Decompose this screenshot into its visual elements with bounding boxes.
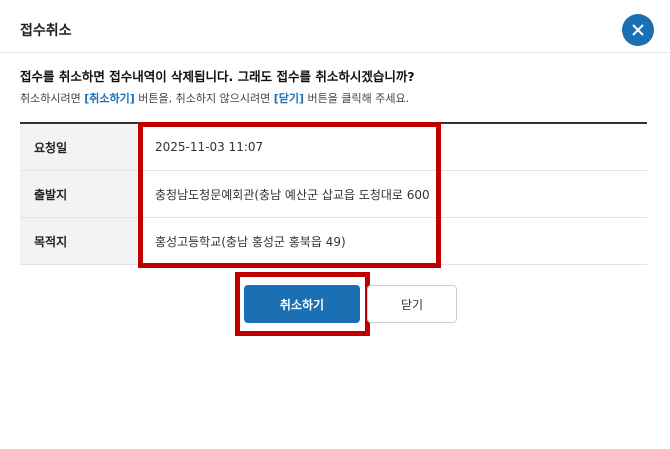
row-value-destination: 홍성고등학교(충남 홍성군 홍북읍 49): [155, 234, 346, 249]
instruction-text: 버튼을 클릭해 주세요.: [304, 92, 410, 105]
table-row: 출발지 충청남도청문예회관(충남 예산군 삽교읍 도청대로 600: [20, 171, 647, 218]
row-label-origin: 출발지: [20, 171, 137, 217]
instruction-text: 버튼을, 취소하지 않으시려면: [134, 92, 274, 105]
row-value-origin: 충청남도청문예회관(충남 예산군 삽교읍 도청대로 600: [155, 187, 430, 202]
row-label-request-date: 요청일: [20, 124, 137, 170]
details-table: 요청일 2025-11-03 11:07 출발지 충청남도청문예회관(충남 예산…: [20, 122, 647, 265]
instruction-highlight-close: [닫기]: [273, 92, 304, 105]
close-icon: [632, 24, 644, 36]
table-row: 목적지 홍성고등학교(충남 홍성군 홍북읍 49): [20, 218, 647, 265]
close-dialog-button[interactable]: 닫기: [367, 285, 457, 323]
table-row: 요청일 2025-11-03 11:07: [20, 124, 647, 171]
dialog-title: 접수취소: [20, 23, 72, 39]
row-value-request-date: 2025-11-03 11:07: [155, 140, 264, 154]
confirm-message: 접수를 취소하면 접수내역이 삭제됩니다. 그래도 접수를 취소하시겠습니까?: [20, 69, 415, 84]
dialog-header: 접수취소: [0, 0, 670, 53]
row-label-destination: 목적지: [20, 218, 137, 264]
instruction-text: 취소하시려면: [20, 92, 85, 105]
cancel-booking-button[interactable]: 취소하기: [244, 285, 360, 323]
confirm-instructions: 취소하시려면 [취소하기] 버튼을, 취소하지 않으시려면 [닫기] 버튼을 클…: [20, 90, 409, 106]
instruction-highlight-cancel: [취소하기]: [84, 92, 135, 105]
close-button[interactable]: [622, 14, 654, 46]
